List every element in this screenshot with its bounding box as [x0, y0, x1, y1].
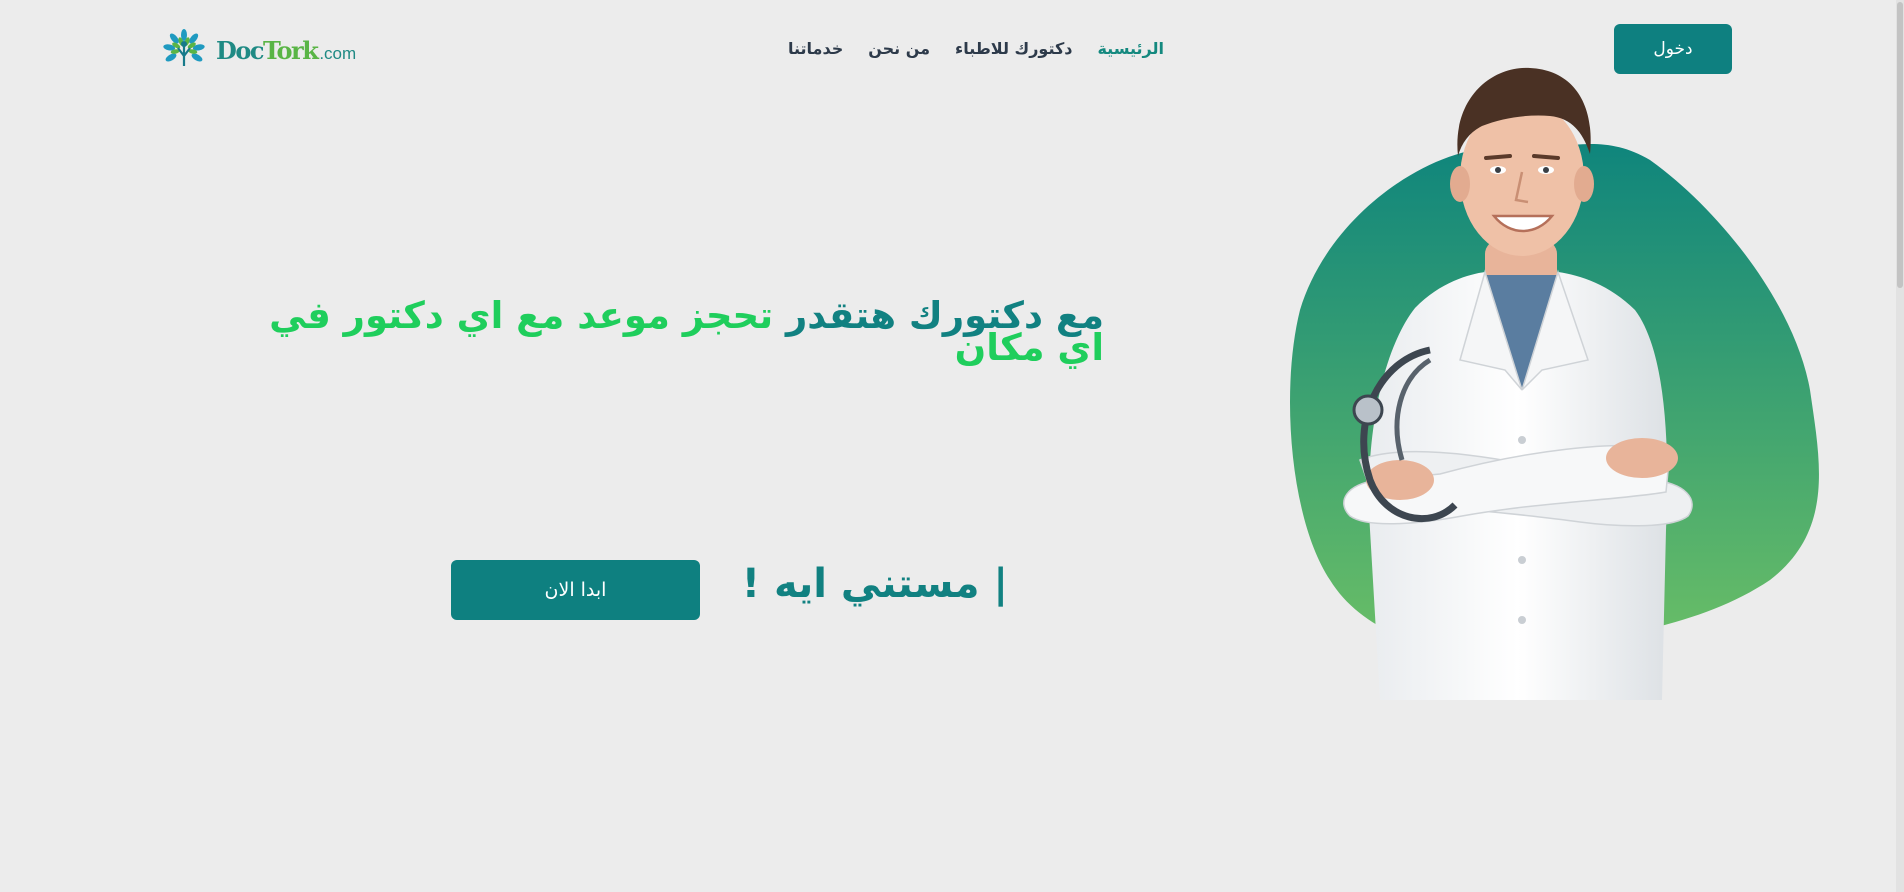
nav-item-services[interactable]: خدماتنا — [788, 39, 843, 58]
logo-text-domain: .com — [319, 43, 357, 63]
logo-text-doc: Doc — [216, 35, 264, 65]
doctor-illustration — [1290, 67, 1819, 700]
hero-title: مع دكتورك هتقدر تحجز موعد مع اي دكتور في… — [236, 297, 1104, 366]
logo-text-tork: Tork — [262, 35, 319, 65]
logo[interactable]: DocTork .com — [162, 28, 356, 72]
nav-item-about[interactable]: من نحن — [868, 39, 930, 58]
tree-of-life-icon — [163, 29, 205, 66]
nav-item-home[interactable]: الرئيسية — [1097, 39, 1164, 58]
start-now-button[interactable]: ابدا الان — [451, 560, 700, 620]
nav-item-doctork-for-doctors[interactable]: دكتورك للاطباء — [955, 39, 1072, 58]
scrollbar-thumb[interactable] — [1897, 2, 1903, 288]
main-nav: خدماتنا من نحن دكتورك للاطباء الرئيسية — [788, 36, 1164, 60]
page-scrollbar[interactable] — [1896, 0, 1904, 892]
landing-page: DocTork .com خدماتنا من نحن دكتورك للاطبا… — [0, 0, 1904, 892]
logo-wordmark: DocTork .com — [216, 36, 356, 65]
hero-question: | مستني ايه ! — [741, 561, 1008, 607]
hero-doctor-image — [1290, 60, 1830, 700]
